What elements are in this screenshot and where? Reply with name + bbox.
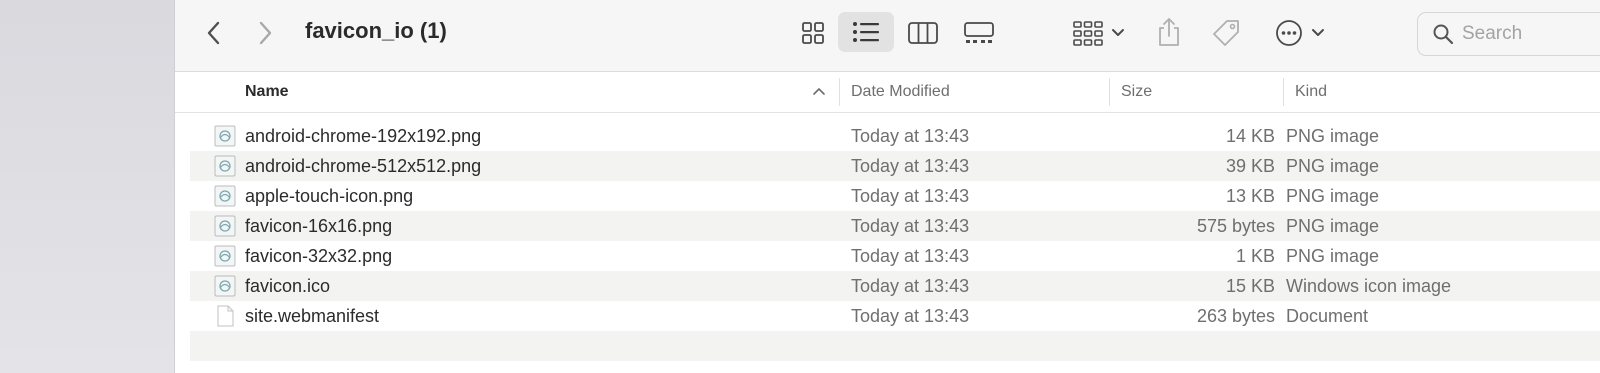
file-name: favicon-32x32.png [245,246,393,266]
document-icon [217,305,234,327]
window-title: favicon_io (1) [305,18,447,43]
tag-icon [1213,20,1239,46]
chevron-right-icon [259,21,272,45]
file-kind: PNG image [1286,126,1380,146]
file-date: Today at 13:43 [851,156,970,176]
file-kind: Document [1286,306,1369,326]
share-icon [1159,18,1179,46]
file-row[interactable]: favicon-32x32.png Today at 13:43 1 KB PN… [190,241,1600,271]
file-row[interactable]: site.webmanifest Today at 13:43 263 byte… [190,301,1600,331]
file-size: 13 KB [1225,186,1275,206]
file-size: 575 bytes [1196,216,1275,236]
column-divider[interactable] [1283,78,1284,106]
file-kind: Windows icon image [1286,276,1452,296]
column-divider[interactable] [1109,78,1110,106]
column-divider[interactable] [839,78,840,106]
file-kind: PNG image [1286,246,1380,266]
sort-ascending-icon [813,88,825,95]
empty-row [190,331,1600,361]
file-date: Today at 13:43 [851,216,970,236]
file-size: 15 KB [1225,276,1275,296]
ellipsis-circle-icon [1276,20,1302,46]
file-date: Today at 13:43 [851,186,970,206]
tags-button[interactable] [1207,14,1245,52]
back-button[interactable] [197,16,231,50]
file-row[interactable]: favicon-16x16.png Today at 13:43 575 byt… [190,211,1600,241]
forward-button[interactable] [248,16,282,50]
file-kind: PNG image [1286,186,1380,206]
icon-view-button[interactable] [793,14,833,52]
file-list: android-chrome-192x192.png Today at 13:4… [190,121,1600,361]
share-button[interactable] [1152,12,1186,52]
file-name: android-chrome-512x512.png [245,156,482,176]
file-name: apple-touch-icon.png [245,186,414,206]
list-icon [853,22,879,42]
file-name: favicon.ico [245,276,331,296]
chevron-down-icon [1312,29,1324,36]
column-header: Name Date Modified Size Kind [175,72,1600,113]
size-column-header[interactable]: Size [1121,83,1152,101]
image-file-icon [214,275,236,297]
file-date: Today at 13:43 [851,126,970,146]
file-row[interactable]: android-chrome-192x192.png Today at 13:4… [190,121,1600,151]
file-name: android-chrome-192x192.png [245,126,482,146]
file-row[interactable]: favicon.ico Today at 13:43 15 KB Windows… [190,271,1600,301]
file-size: 263 bytes [1196,306,1275,326]
file-kind: PNG image [1286,156,1380,176]
list-view-button[interactable] [838,12,894,52]
file-kind: PNG image [1286,216,1380,236]
sidebar [0,0,175,373]
date-column-header[interactable]: Date Modified [851,83,950,101]
search-field[interactable]: Search [1417,12,1600,56]
file-date: Today at 13:43 [851,276,970,296]
group-icon [1073,21,1103,46]
group-button[interactable] [1068,14,1130,52]
file-row[interactable]: apple-touch-icon.png Today at 13:43 13 K… [190,181,1600,211]
file-date: Today at 13:43 [851,246,970,266]
file-date: Today at 13:43 [851,306,970,326]
image-file-icon [214,215,236,237]
file-size: 39 KB [1225,156,1275,176]
gallery-view-button[interactable] [958,14,1000,52]
file-name: favicon-16x16.png [245,216,393,236]
grid-icon [802,22,824,44]
toolbar: favicon_io (1) Search [175,0,1600,72]
gallery-icon [964,22,994,43]
chevron-down-icon [1112,29,1124,36]
image-file-icon [214,155,236,177]
image-file-icon [214,245,236,267]
column-view-button[interactable] [903,14,943,52]
kind-column-header[interactable]: Kind [1295,83,1327,101]
file-size: 1 KB [1235,246,1275,266]
image-file-icon [214,185,236,207]
image-file-icon [214,125,236,147]
more-actions-button[interactable] [1271,14,1329,52]
file-size: 14 KB [1225,126,1275,146]
search-placeholder: Search [1462,23,1523,44]
chevron-left-icon [207,21,220,45]
file-name: site.webmanifest [245,306,380,326]
columns-icon [908,22,938,44]
file-row[interactable]: android-chrome-512x512.png Today at 13:4… [190,151,1600,181]
search-icon [1433,24,1454,45]
name-column-header[interactable]: Name [245,83,289,101]
